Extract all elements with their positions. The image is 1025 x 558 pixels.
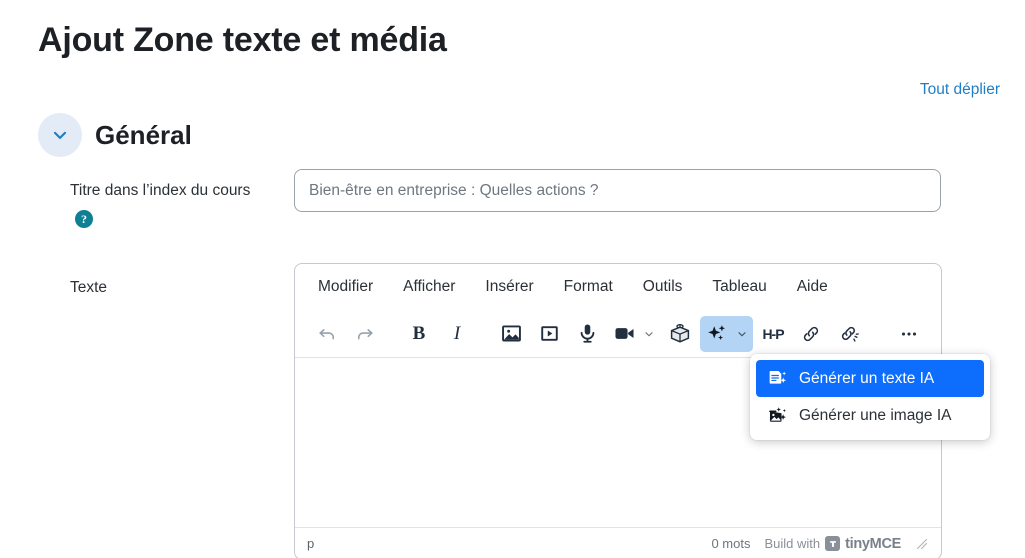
ai-tools-button[interactable] — [700, 315, 753, 352]
remove-link-button[interactable] — [831, 316, 867, 352]
label-text: Texte — [70, 279, 108, 296]
ai-tools-caret — [734, 328, 750, 340]
redo-icon — [357, 328, 373, 339]
redo-button[interactable] — [347, 316, 383, 352]
resize-grip-icon[interactable] — [915, 537, 929, 551]
undo-button[interactable] — [309, 316, 345, 352]
editor-statusbar: p 0 mots Build with tinyMCE — [295, 527, 941, 558]
ai-image-icon-wrap — [766, 405, 788, 427]
record-video-button[interactable] — [607, 316, 660, 352]
record-video-caret — [641, 328, 657, 340]
label-course-index-title: Titre dans l’index du cours? — [70, 178, 270, 228]
collapse-toggle-button[interactable] — [38, 113, 82, 157]
resize-handle-icon — [916, 538, 928, 549]
ai-text-icon-wrap — [766, 368, 788, 390]
menu-tableau[interactable]: Tableau — [699, 274, 779, 300]
more-dots-icon — [901, 331, 917, 336]
editor-menubar: Modifier Afficher Insérer Format Outils … — [295, 264, 941, 310]
microphone-icon — [580, 324, 594, 343]
expand-all-link[interactable]: Tout déplier — [920, 81, 1000, 99]
more-toolbar-button[interactable] — [891, 316, 927, 352]
page-title: Ajout Zone texte et média — [38, 21, 447, 59]
label-course-index-title-text: Titre dans l’index du cours — [70, 182, 251, 199]
tinymce-mark-icon — [829, 540, 836, 547]
moodle-activity-form: Ajout Zone texte et média Tout déplier G… — [0, 0, 1025, 558]
chevron-down-icon — [53, 131, 67, 139]
record-audio-button[interactable] — [569, 316, 605, 352]
insert-image-button[interactable] — [493, 316, 529, 352]
video-camera-icon — [614, 328, 634, 339]
ai-menu-item-generate-text-label: Générer un texte IA — [799, 369, 935, 387]
ai-menu-item-generate-text[interactable]: Générer un texte IA — [756, 360, 984, 397]
chevron-down-icon — [645, 331, 653, 336]
ai-sparkles-icon-wrap — [700, 316, 734, 352]
h5p-embed-button[interactable]: H-P — [755, 316, 791, 352]
video-frame-icon — [540, 326, 558, 341]
bold-button[interactable]: B — [401, 316, 437, 352]
ai-image-icon — [768, 407, 786, 422]
section-header-general: Général — [38, 113, 192, 157]
section-title: Général — [95, 120, 192, 150]
italic-icon: I — [453, 322, 461, 344]
bold-icon: B — [412, 322, 426, 344]
tinymce-logo-icon — [825, 536, 841, 551]
menu-format[interactable]: Format — [551, 274, 626, 300]
ai-dropdown-menu: Générer un texte IA Générer une image IA — [750, 354, 990, 440]
menu-modifier[interactable]: Modifier — [305, 274, 386, 300]
build-with-label: Build with — [764, 536, 821, 551]
insert-link-button[interactable] — [793, 316, 829, 352]
undo-icon — [319, 328, 335, 339]
statusbar-right: 0 mots Build with tinyMCE — [711, 536, 929, 552]
h5p-content-button[interactable] — [662, 316, 698, 352]
menu-outils[interactable]: Outils — [630, 274, 696, 300]
help-circle-icon[interactable]: ? — [75, 210, 93, 228]
tinymce-wordmark: tinyMCE — [845, 535, 901, 552]
ai-text-icon — [769, 370, 786, 384]
ai-menu-item-generate-image[interactable]: Générer une image IA — [756, 397, 984, 434]
insert-media-button[interactable] — [531, 316, 567, 352]
ai-menu-item-generate-image-label: Générer une image IA — [799, 406, 952, 424]
lego-brick-icon — [670, 323, 690, 343]
word-count[interactable]: 0 mots — [711, 536, 750, 551]
image-icon — [501, 325, 521, 342]
record-video-icon-wrap — [607, 316, 641, 352]
menu-inserer[interactable]: Insérer — [472, 274, 546, 300]
ai-sparkles-icon — [707, 325, 725, 341]
h5p-icon: H-P — [762, 325, 784, 342]
menu-aide[interactable]: Aide — [784, 274, 841, 300]
element-path[interactable]: p — [307, 536, 314, 551]
tinymce-editor: Modifier Afficher Insérer Format Outils … — [294, 263, 990, 558]
menu-afficher[interactable]: Afficher — [390, 274, 468, 300]
course-index-title-input[interactable] — [294, 169, 941, 212]
tinymce-branding[interactable]: Build with tinyMCE — [764, 536, 901, 552]
editor-toolbar: B I H-P Générer un texte IA Générer une … — [295, 310, 990, 440]
chevron-down-icon — [738, 331, 746, 336]
italic-button[interactable]: I — [439, 316, 475, 352]
link-icon — [803, 326, 819, 341]
unlink-icon — [841, 326, 859, 342]
